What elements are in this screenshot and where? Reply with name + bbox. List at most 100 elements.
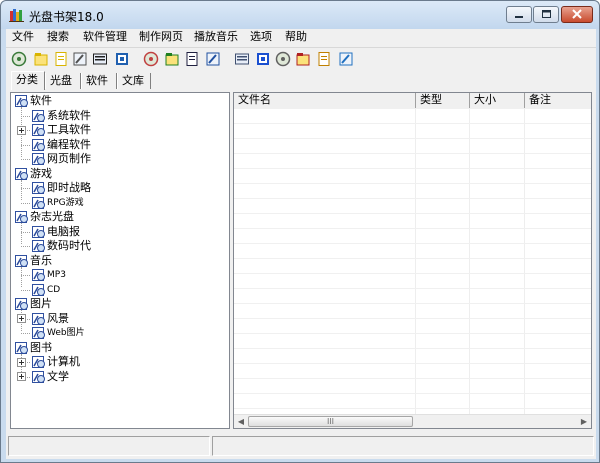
column-header-1[interactable]: 类型 [416, 93, 470, 108]
tree-connector [21, 231, 30, 233]
maximize-button[interactable] [533, 6, 559, 23]
tree-node-label: Web图片 [47, 328, 85, 338]
column-header-2[interactable]: 大小 [470, 93, 525, 108]
tree-node-label: 数码时代 [47, 239, 91, 252]
tree-node-label: 编程软件 [47, 137, 91, 151]
tree-node-label: 风景 [47, 311, 69, 325]
tree-node-label: 软件 [30, 94, 52, 107]
tree-connector [21, 188, 30, 189]
menu-item-5[interactable]: 选项 [250, 30, 272, 44]
plus-icon [19, 359, 24, 365]
tree-node-label: 网页制作 [47, 152, 91, 165]
grid-line [234, 243, 591, 244]
tree-node-label: 系统软件 [47, 108, 91, 122]
grid-line [234, 333, 591, 334]
tab-1[interactable]: 光盘 [45, 73, 81, 89]
expand-toggle[interactable] [17, 125, 26, 135]
toolbar-button-11[interactable] [255, 51, 271, 67]
scroll-right-button[interactable]: ▶ [577, 415, 591, 428]
file-list[interactable]: 文件名 类型 大小 备注 ◀ III ▶ [233, 92, 592, 429]
category-folder-icon [15, 211, 28, 223]
expand-toggle[interactable] [17, 357, 26, 367]
minimize-button[interactable] [506, 6, 532, 23]
category-folder-icon [15, 298, 28, 310]
category-folder-icon [15, 95, 28, 107]
scroll-thumb[interactable]: III [248, 416, 413, 427]
menu-item-0[interactable]: 文件 [12, 30, 34, 44]
toolbar-button-1[interactable] [33, 51, 49, 67]
toolbar-button-3[interactable] [72, 51, 88, 67]
menu-item-3[interactable]: 制作网页 [139, 30, 183, 44]
toolbar [6, 47, 596, 72]
tree-node-label: 游戏 [30, 166, 52, 180]
tab-0[interactable]: 分类 [11, 71, 45, 90]
title-bar[interactable]: 光盘书架18.0 [1, 1, 599, 29]
menu-bar: 文件 搜索 软件管理 制作网页 播放音乐 选项 帮助 [6, 29, 596, 45]
tab-3[interactable]: 文库 [117, 73, 151, 89]
horizontal-scrollbar[interactable]: ◀ III ▶ [234, 414, 591, 428]
column-header-0[interactable]: 文件名 [234, 93, 416, 108]
toolbar-button-15[interactable] [338, 51, 354, 67]
menu-item-6[interactable]: 帮助 [285, 30, 307, 44]
toolbar-button-5[interactable] [114, 51, 130, 67]
status-panel-left [8, 436, 210, 456]
grid-line [234, 363, 591, 364]
grid-line [234, 213, 591, 214]
column-header-3[interactable]: 备注 [525, 93, 591, 108]
tree-node-label: 文学 [47, 369, 69, 383]
toolbar-button-9[interactable] [205, 51, 221, 67]
category-folder-icon [32, 370, 45, 383]
toolbar-button-12[interactable] [275, 51, 291, 67]
category-folder-icon [32, 283, 45, 296]
tree-node-label: 电脑报 [47, 224, 80, 238]
tree-connector [21, 333, 30, 334]
tree-connector [21, 223, 22, 244]
tree-node-label: 图书 [30, 340, 52, 354]
tree-connector [21, 289, 30, 291]
category-folder-icon [32, 356, 45, 368]
grid-line [524, 108, 525, 416]
tree-connector [21, 266, 22, 287]
category-folder-icon [32, 312, 45, 325]
category-folder-icon [15, 341, 28, 354]
menu-item-1[interactable]: 搜索 [47, 30, 69, 44]
expand-toggle[interactable] [17, 372, 26, 381]
tree-node-label: CD [47, 284, 61, 295]
tree-node-label: RPG游戏 [47, 197, 84, 208]
toolbar-button-4[interactable] [92, 51, 108, 67]
tree-connector [21, 179, 22, 200]
menu-item-2[interactable]: 软件管理 [83, 30, 127, 44]
category-folder-icon [32, 124, 45, 136]
toolbar-button-2[interactable] [53, 51, 69, 67]
save-icon [186, 52, 198, 66]
expand-toggle[interactable] [17, 314, 26, 323]
toolbar-button-0[interactable] [11, 51, 27, 67]
category-folder-icon [32, 240, 45, 252]
tree-node-label: 图片 [30, 297, 52, 310]
new-folder-icon [34, 53, 48, 66]
table-icon [235, 53, 249, 65]
scroll-thumb-grip: III [326, 417, 335, 426]
close-button[interactable] [561, 6, 593, 23]
grid-line [234, 228, 591, 229]
app-window: 光盘书架18.0 文件 搜索 软件管理 制作网页 播放音乐 选项 帮助 分类 光盘 软件 文库 软… [0, 0, 600, 463]
toolbar-button-6[interactable] [143, 51, 159, 67]
category-folder-icon [15, 254, 28, 267]
plus-icon [19, 316, 24, 321]
exit-icon [339, 52, 353, 66]
category-tree[interactable]: 软件 系统软件 工具软件 编程软件 网页制作 游戏 即时战略 RPG游戏 杂志光盘 电脑报 数码时代… [10, 92, 230, 429]
tree-node-label: 杂志光盘 [30, 210, 74, 223]
category-folder-icon [32, 196, 45, 209]
bookshelf-app-icon [9, 9, 24, 22]
grid-line [234, 183, 591, 184]
tab-2[interactable]: 软件 [81, 73, 117, 89]
scroll-left-button[interactable]: ◀ [234, 415, 248, 428]
list-header: 文件名 类型 大小 备注 [234, 93, 591, 109]
toolbar-button-10[interactable] [234, 51, 250, 67]
toolbar-button-7[interactable] [164, 51, 180, 67]
menu-item-4[interactable]: 播放音乐 [194, 30, 238, 44]
grid-line [234, 318, 591, 319]
toolbar-button-13[interactable] [295, 51, 311, 67]
toolbar-button-8[interactable] [184, 51, 200, 67]
toolbar-button-14[interactable] [316, 51, 332, 67]
